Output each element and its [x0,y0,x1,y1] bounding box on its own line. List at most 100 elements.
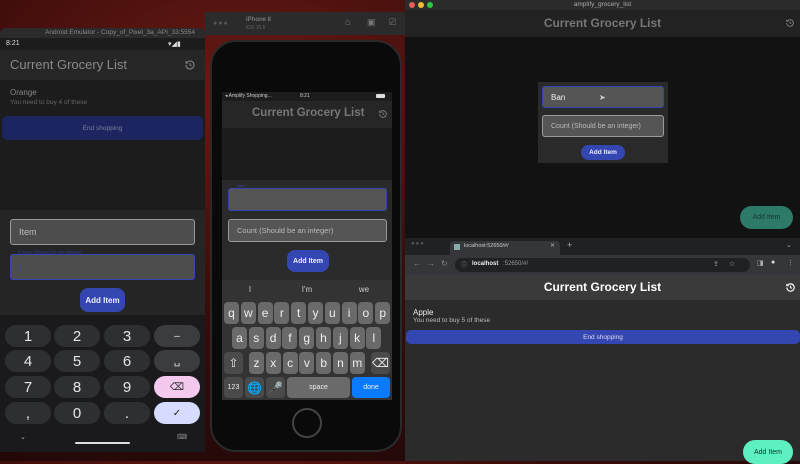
globe-icon[interactable]: 🌐 [245,377,264,398]
ios-simulator-titlebar: ●●● iPhone 8 iOS 15.5 ⌂ ▣ ⎚ [205,12,405,35]
end-shopping-button[interactable]: End shopping [406,330,800,344]
keyboard-hide-icon[interactable]: ⌄ [20,433,26,441]
tab-title: localhost:52650/#/ [464,243,509,249]
keyboard-switch-icon[interactable]: ⌨ [177,433,187,441]
keyboard-key[interactable]: l [366,327,382,349]
site-info-icon[interactable]: ⓘ [461,260,467,269]
app-title: Current Grocery List [252,107,365,119]
keyboard-key[interactable]: o [358,302,374,324]
fab-label: Add Item [753,448,782,456]
keypad-key[interactable]: 7 [5,376,51,398]
shift-key[interactable]: ⇧ [224,352,243,374]
menu-icon[interactable]: ⋮ [787,259,794,267]
keyboard-key[interactable]: q [224,302,239,324]
tab-search-icon[interactable]: ⌄ [786,241,792,249]
window-controls[interactable]: ●●● [411,241,425,247]
side-panel-icon[interactable]: ◨ [757,259,764,267]
keyboard-key[interactable]: f [282,327,298,349]
keypad-key[interactable]: 4 [5,350,51,372]
history-icon[interactable] [785,18,795,28]
history-icon[interactable] [785,282,796,293]
keypad-key[interactable]: 8 [54,376,100,398]
keyboard-key[interactable]: a [232,327,247,349]
keypad-key[interactable]: 1 [5,325,51,347]
done-key[interactable]: done [352,377,390,398]
tab-close-icon[interactable]: ✕ [550,242,555,249]
history-icon[interactable] [378,109,388,119]
suggestion[interactable]: I'm [279,282,335,297]
keypad-key[interactable]: 0 [54,402,100,424]
keyboard-key[interactable]: d [265,327,281,349]
screenshot-icon[interactable]: ▣ [367,17,376,28]
item-input[interactable]: Item [10,219,195,245]
keyboard-key[interactable]: b [316,352,332,374]
keyboard-key[interactable]: y [308,302,323,324]
keypad-key[interactable]: . [104,402,150,424]
window-controls[interactable]: ●●● [213,20,229,27]
keyboard-key[interactable]: n [333,352,348,374]
add-item-button[interactable]: Add Item [581,145,625,160]
count-input[interactable]: | [10,254,195,280]
profile-icon[interactable]: ● [771,259,775,266]
numbers-key[interactable]: 123 [224,377,243,398]
keyboard-key[interactable]: g [299,327,315,349]
keypad-key[interactable]: 5 [54,350,100,372]
keypad-key[interactable]: ⌫ [154,376,200,398]
reload-icon[interactable]: ↻ [441,259,448,268]
share-icon[interactable]: ⇪ [713,260,719,268]
suggestion[interactable]: we [336,282,392,297]
keyboard-key[interactable]: j [332,327,348,349]
rotate-icon[interactable]: ⎚ [389,17,396,28]
count-input[interactable]: Count (Should be an integer) [228,219,387,242]
add-item-fab[interactable]: Add Item [743,440,793,464]
keyboard-key[interactable]: e [257,302,273,324]
add-item-button[interactable]: Add Item [287,250,329,272]
keyboard-key[interactable]: i [341,302,357,324]
bookmark-star-icon[interactable]: ☆ [729,260,735,268]
keypad-key[interactable]: , [5,402,51,424]
app-title: Current Grocery List [543,280,662,294]
keypad-key[interactable]: – [154,325,200,347]
back-icon[interactable]: ← [413,259,421,268]
item-input[interactable] [228,188,387,211]
add-item-button[interactable]: Add Item [80,288,125,312]
ios-app-bar: Current Grocery List [222,101,392,128]
keypad-key[interactable]: 6 [104,350,150,372]
ios-back-app[interactable]: ◂ Amplify Shopping... [225,93,272,99]
iphone-home-button[interactable] [292,408,322,438]
keyboard-key[interactable]: h [316,327,331,349]
item-input[interactable]: Ban ➤ [542,86,664,108]
nav-handle[interactable] [75,442,130,444]
end-shopping-button[interactable]: End shopping [2,116,203,140]
keyboard-key[interactable]: p [375,302,391,324]
keyboard-key[interactable]: c [282,352,298,374]
keypad-key[interactable]: ␣ [154,350,200,372]
keyboard-key[interactable]: u [324,302,340,324]
keyboard-key[interactable]: z [249,352,264,374]
keyboard-key[interactable]: v [299,352,315,374]
add-item-dialog: Ban ➤ Count (Should be an integer) Add I… [538,82,668,163]
keypad-key[interactable]: 2 [54,325,100,347]
keypad-key[interactable]: 9 [104,376,150,398]
keyboard-key[interactable]: x [265,352,281,374]
add-item-fab[interactable]: Add Item [740,206,793,229]
keypad-key[interactable]: 3 [104,325,150,347]
keyboard-key[interactable]: m [349,352,365,374]
keyboard-key[interactable]: k [349,327,365,349]
keyboard-key[interactable]: s [248,327,264,349]
keypad-key[interactable]: ✓ [154,402,200,424]
new-tab-button[interactable]: + [567,240,572,250]
keyboard-key[interactable]: t [291,302,307,324]
microphone-icon[interactable]: 🎤 [266,377,285,398]
keyboard-key[interactable]: w [240,302,256,324]
space-key[interactable]: space [287,377,350,398]
forward-icon[interactable]: → [427,259,435,268]
keyboard-key[interactable]: r [274,302,290,324]
browser-tab[interactable]: localhost:52650/#/ ✕ [450,241,560,255]
count-input[interactable]: Count (Should be an integer) [542,115,664,137]
backspace-key[interactable]: ⌫ [371,352,390,374]
suggestion[interactable]: I [222,282,278,297]
address-bar[interactable]: ⓘ localhost :52650/#/ ⇪ ☆ [455,258,750,272]
history-icon[interactable] [184,59,196,71]
home-icon[interactable]: ⌂ [345,17,351,28]
